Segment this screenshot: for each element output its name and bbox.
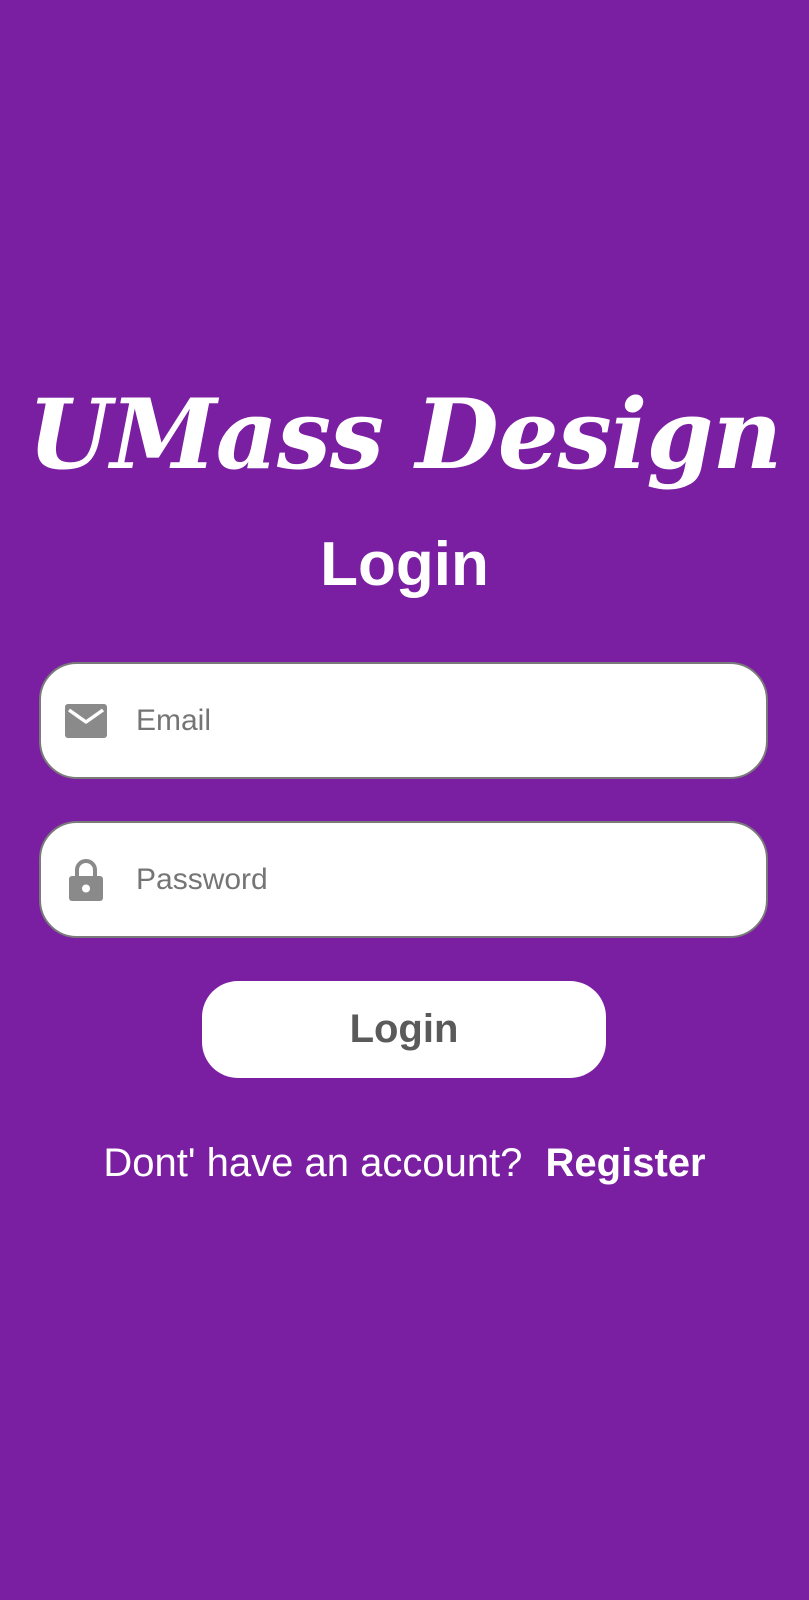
register-link[interactable]: Register [546,1141,706,1185]
register-prompt: Dont' have an account? [103,1141,523,1185]
email-field[interactable] [39,662,768,779]
lock-icon [63,857,109,903]
email-icon [63,698,109,744]
page-title: Login [320,530,489,599]
password-input[interactable] [134,848,738,911]
brand-logo-text: UMass Design [27,378,782,491]
password-field[interactable] [39,821,768,938]
email-input[interactable] [134,689,738,752]
register-row: Dont' have an account? Register [0,1138,809,1188]
login-button[interactable]: Login [202,981,606,1078]
